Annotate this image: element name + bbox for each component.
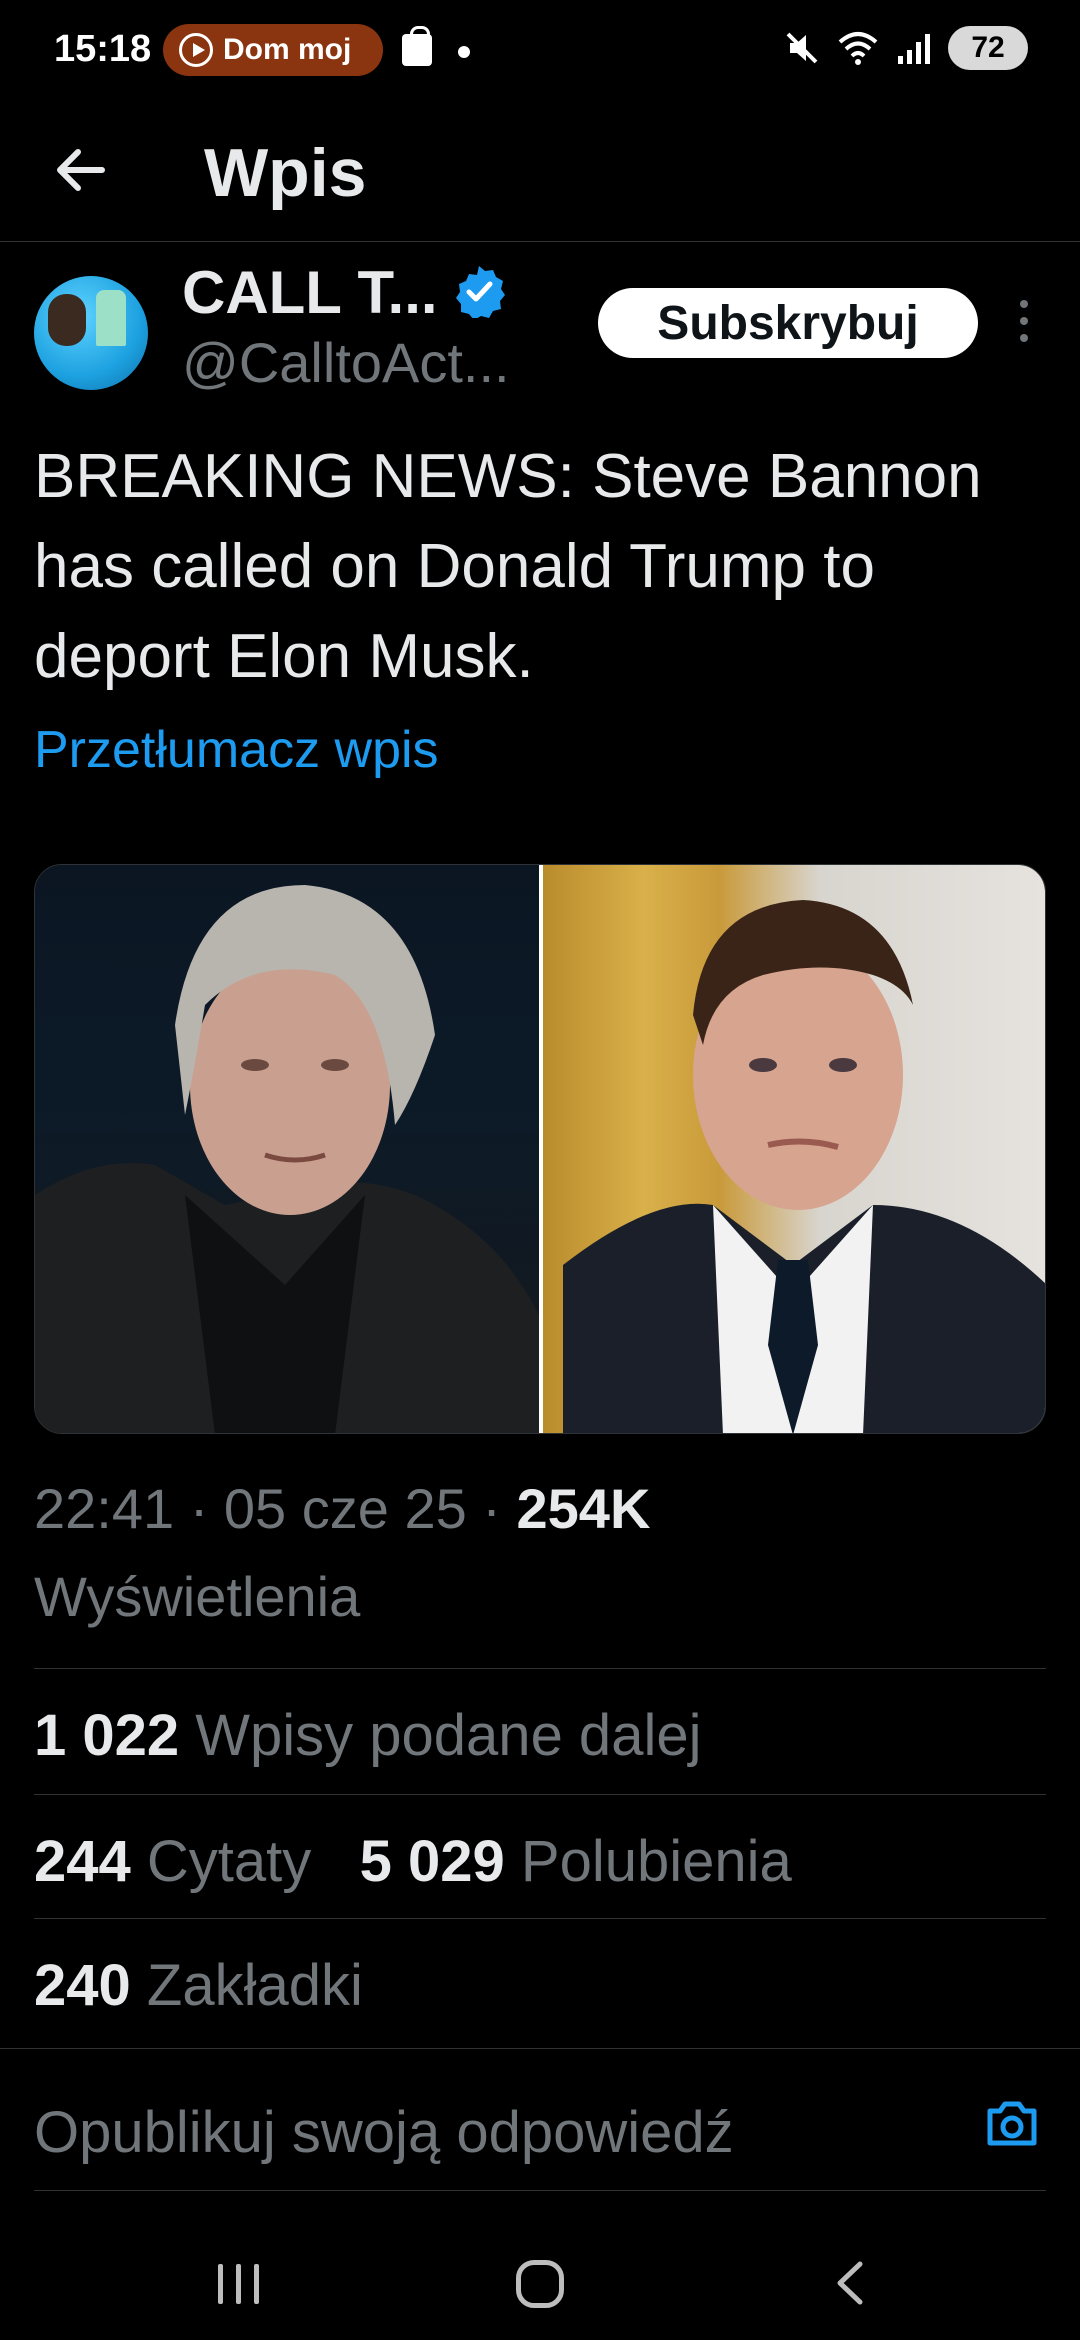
status-time: 15:18 [54,28,152,70]
quotes-label: Cytaty [146,1829,312,1894]
tweet-timestamp: 22:41 · 05 cze 25 · 254K [34,1476,650,1541]
media-chip[interactable]: Dom moj [163,24,383,76]
status-bar: 15:18 Dom moj 72 [0,0,1080,100]
photo-left[interactable] [35,865,539,1433]
quotes-likes-stat: 244 Cytaty 5 029 Polubienia [34,1828,792,1895]
verified-badge-icon [452,264,506,320]
media-chip-label: Dom moj [223,33,352,66]
views-count: 254K [516,1477,651,1540]
bookmarks-count: 240 [34,1953,131,2018]
divider [34,1794,1046,1795]
signal-icon [894,28,934,68]
back-icon[interactable] [826,2258,876,2308]
likes-stat[interactable]: 5 029 Polubienia [360,1829,792,1894]
top-app-bar: Wpis [0,100,1080,242]
divider [34,1918,1046,1919]
tweet-time-date: 22:41 · 05 cze 25 · [34,1477,517,1540]
camera-icon[interactable] [984,2099,1040,2149]
reply-input[interactable]: Opublikuj swoją odpowiedź [34,2099,734,2166]
author-handle[interactable]: @CalltoAct... [182,330,510,395]
reposts-label: Wpisy podane dalej [195,1703,702,1768]
reply-composer[interactable]: Opublikuj swoją odpowiedź [0,2048,1080,2190]
divider [34,1668,1046,1669]
photo-right[interactable] [543,865,1045,1433]
battery-level: 72 [971,31,1005,64]
avatar[interactable] [34,276,148,390]
divider [34,2190,1046,2191]
quotes-count: 244 [34,1829,131,1894]
subscribe-button[interactable]: Subskrybuj [598,288,978,358]
wifi-icon [836,28,880,68]
reposts-count: 1 022 [34,1703,180,1768]
reposts-stat[interactable]: 1 022 Wpisy podane dalej [34,1702,701,1769]
tweet-text: BREAKING NEWS: Steve Bannon has called o… [34,442,982,691]
quotes-stat[interactable]: 244 Cytaty [34,1829,311,1894]
battery-icon: 72 [948,26,1028,70]
system-nav-bar [0,2200,1080,2340]
bookmarks-label: Zakładki [146,1953,363,2018]
shopping-bag-icon [402,26,432,66]
likes-count: 5 029 [359,1829,505,1894]
play-icon [179,33,213,67]
translate-link[interactable]: Przetłumacz wpis [34,720,439,780]
page-title: Wpis [204,135,367,211]
views-label: Wyświetlenia [34,1565,361,1628]
notification-dot-icon [458,46,470,58]
mute-icon [782,28,822,68]
author-name[interactable]: CALL T... [182,258,438,327]
more-options-icon[interactable] [1014,300,1034,350]
likes-label: Polubienia [520,1829,792,1894]
home-icon[interactable] [516,2260,564,2308]
arrow-left-icon[interactable] [50,140,110,200]
recent-apps-icon[interactable] [214,2264,264,2304]
tweet-media[interactable] [34,864,1046,1434]
bookmarks-stat[interactable]: 240 Zakładki [34,1952,363,2019]
